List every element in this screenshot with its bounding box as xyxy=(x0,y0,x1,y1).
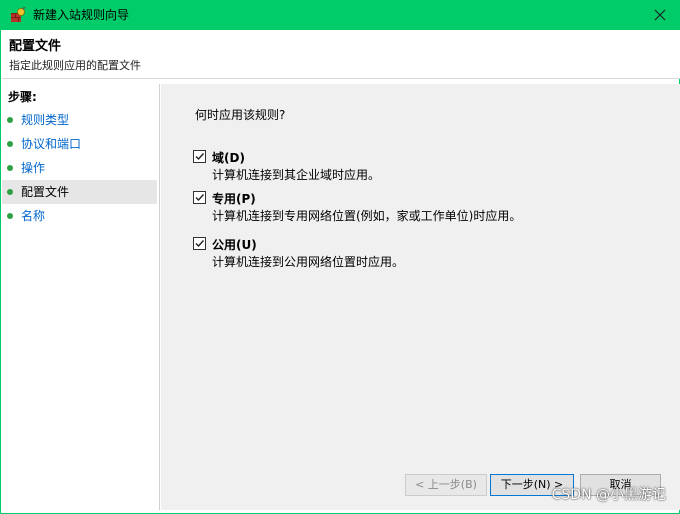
steps-title: 步骤: xyxy=(8,90,37,104)
main-panel: 何时应用该规则? 域(D) 计算机连接到其企业域时应用。 专用(P) 计算机连接… xyxy=(161,84,680,510)
page-header: 配置文件 指定此规则应用的配置文件 xyxy=(2,30,680,79)
sidebar-item-rule-type[interactable]: 规则类型 xyxy=(2,108,157,132)
step-bullet-icon xyxy=(7,117,13,123)
checkmark-icon xyxy=(195,153,205,161)
sidebar-item-label: 配置文件 xyxy=(21,185,70,199)
private-description: 计算机连接到专用网络位置(例如，家或工作单位)时应用。 xyxy=(212,209,522,223)
page-subtitle: 指定此规则应用的配置文件 xyxy=(9,59,141,72)
wizard-window: 新建入站规则向导 配置文件 指定此规则应用的配置文件 步骤: 规则类型 协议和端… xyxy=(0,0,680,514)
sidebar-item-profile[interactable]: 配置文件 xyxy=(2,180,157,204)
sidebar-item-label: 规则类型 xyxy=(21,113,70,127)
csdn-watermark: CSDN @小黑游记 xyxy=(551,487,666,503)
domain-checkbox[interactable] xyxy=(193,150,206,163)
firewall-wizard-icon xyxy=(10,6,26,23)
close-icon xyxy=(654,9,666,21)
step-bullet-icon xyxy=(7,189,13,195)
private-label[interactable]: 专用(P) xyxy=(212,190,256,207)
domain-label[interactable]: 域(D) xyxy=(212,149,245,166)
public-label[interactable]: 公用(U) xyxy=(212,236,257,253)
title-bar[interactable]: 新建入站规则向导 xyxy=(1,0,680,30)
step-bullet-icon xyxy=(7,165,13,171)
close-button[interactable] xyxy=(645,3,675,27)
sidebar-item-action[interactable]: 操作 xyxy=(2,156,157,180)
page-title: 配置文件 xyxy=(9,39,62,54)
steps-sidebar: 步骤: 规则类型 协议和端口 操作 配置文件 名称 xyxy=(2,84,160,510)
public-checkbox[interactable] xyxy=(193,237,206,250)
checkmark-icon xyxy=(195,194,205,202)
sidebar-item-label: 操作 xyxy=(21,161,46,175)
question-text: 何时应用该规则? xyxy=(195,108,286,122)
private-checkbox[interactable] xyxy=(193,191,206,204)
domain-description: 计算机连接到其企业域时应用。 xyxy=(212,168,381,182)
back-button[interactable]: < 上一步(B) xyxy=(405,474,487,496)
sidebar-item-label: 协议和端口 xyxy=(21,137,82,151)
public-description: 计算机连接到公用网络位置时应用。 xyxy=(212,255,405,269)
window-title: 新建入站规则向导 xyxy=(33,8,130,22)
step-bullet-icon xyxy=(7,141,13,147)
step-bullet-icon xyxy=(7,213,13,219)
sidebar-item-name[interactable]: 名称 xyxy=(2,204,157,228)
checkmark-icon xyxy=(195,240,205,248)
sidebar-item-label: 名称 xyxy=(21,209,46,223)
sidebar-item-protocol-ports[interactable]: 协议和端口 xyxy=(2,132,157,156)
